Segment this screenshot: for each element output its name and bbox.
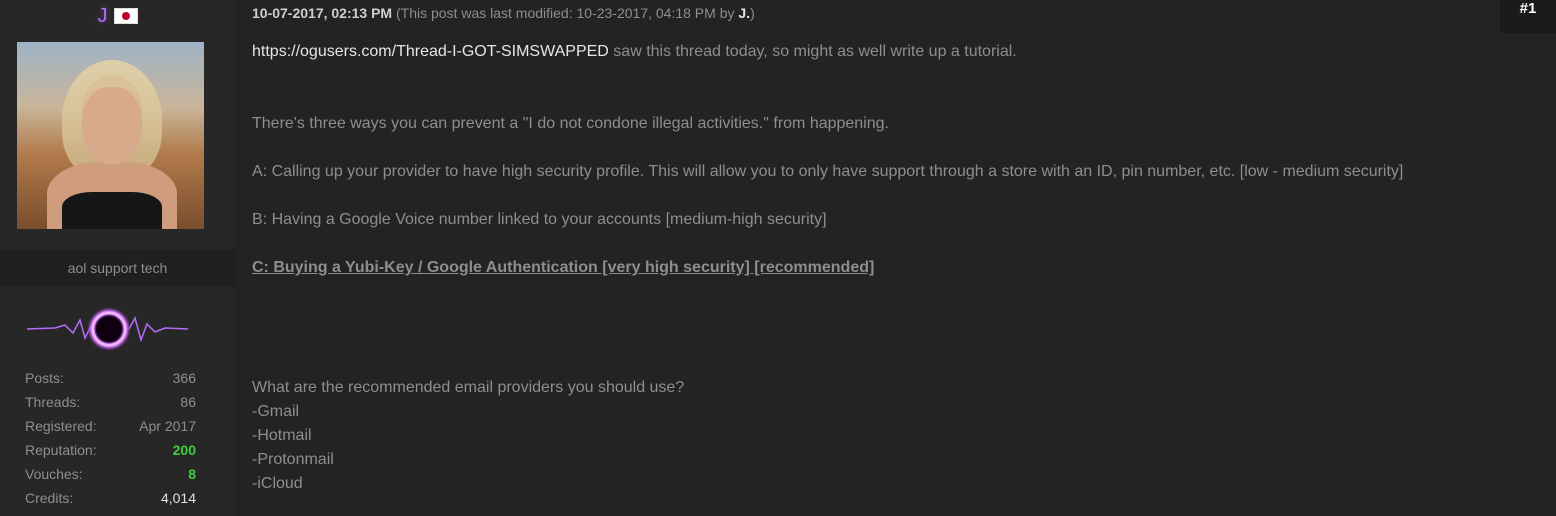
modified-by-link[interactable]: J. <box>738 5 750 21</box>
user-sidebar: J aol support tech Posts: 366 Threads: 8… <box>0 0 235 516</box>
thread-link[interactable]: https://ogusers.com/Thread-I-GOT-SIMSWAP… <box>252 43 609 60</box>
stat-credits: Credits: 4,014 <box>25 490 196 506</box>
provider-protonmail: -Protonmail <box>252 451 334 468</box>
stat-threads: Threads: 86 <box>25 394 196 410</box>
option-a: A: Calling up your provider to have high… <box>252 163 1404 180</box>
email-question: What are the recommended email providers… <box>252 379 685 396</box>
stat-registered: Registered: Apr 2017 <box>25 418 196 434</box>
user-title: aol support tech <box>0 249 235 287</box>
provider-icloud: -iCloud <box>252 475 303 492</box>
user-stats: Posts: 366 Threads: 86 Registered: Apr 2… <box>25 366 196 510</box>
modified-note: (This post was last modified: 10-23-2017… <box>395 5 739 21</box>
post-body: https://ogusers.com/Thread-I-GOT-SIMSWAP… <box>252 40 1542 496</box>
post-date: 10-07-2017, 02:13 PM <box>252 5 393 21</box>
username-row: J <box>0 4 235 28</box>
userbar-image <box>26 307 189 351</box>
post-meta: 10-07-2017, 02:13 PM (This post was last… <box>252 5 755 21</box>
ways-intro: There's three ways you can prevent a "I … <box>252 115 889 132</box>
post-number-link[interactable]: #1 <box>1500 0 1556 33</box>
option-c-link[interactable]: C: Buying a Yubi-Key / Google Authentica… <box>252 259 874 276</box>
reputation-value[interactable]: 200 <box>173 438 196 462</box>
stat-posts: Posts: 366 <box>25 370 196 386</box>
option-b: B: Having a Google Voice number linked t… <box>252 211 827 228</box>
stat-reputation: Reputation: 200 <box>25 438 196 462</box>
vouches-value[interactable]: 8 <box>188 462 196 486</box>
provider-hotmail: -Hotmail <box>252 427 312 444</box>
user-avatar[interactable] <box>17 42 204 229</box>
japan-flag-icon <box>113 8 138 24</box>
stat-vouches: Vouches: 8 <box>25 462 196 486</box>
username-link[interactable]: J <box>98 5 108 28</box>
provider-gmail: -Gmail <box>252 403 300 420</box>
